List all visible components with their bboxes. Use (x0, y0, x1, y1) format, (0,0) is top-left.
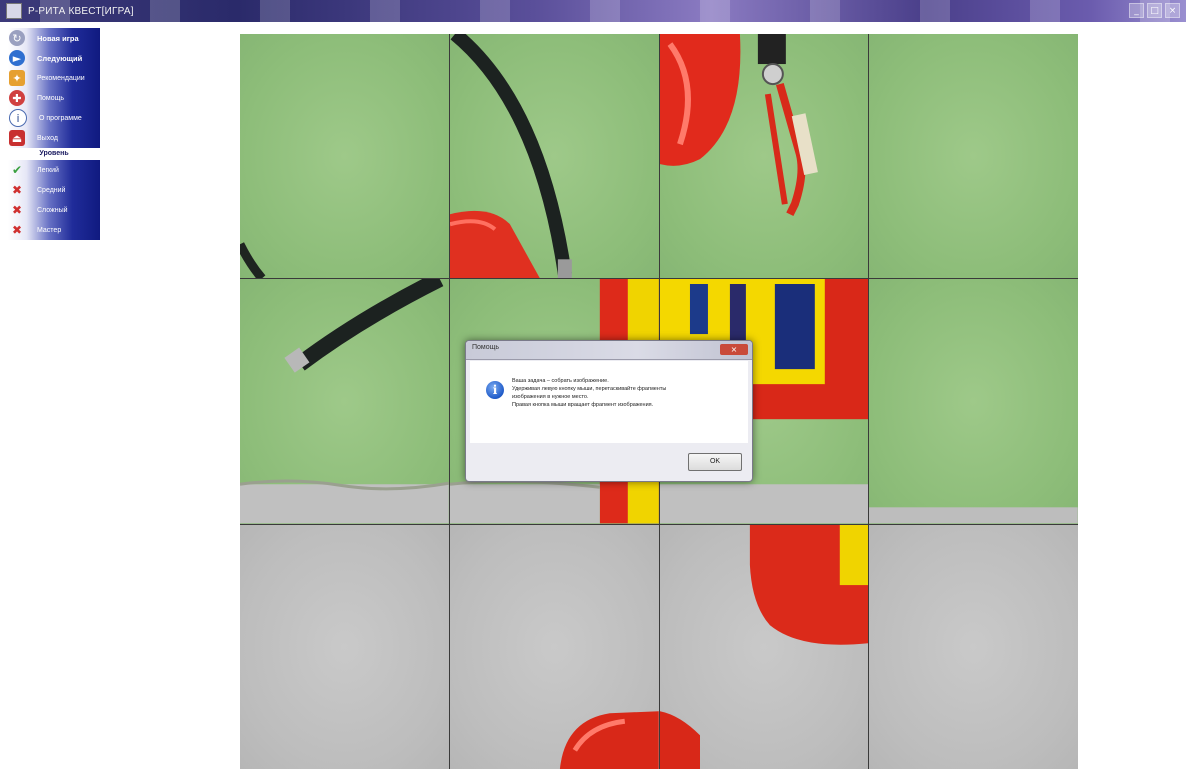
puzzle-tile[interactable] (869, 524, 1078, 769)
puzzle-tile[interactable] (240, 279, 449, 524)
sidebar-item-label: Средний (37, 186, 66, 194)
cross-icon: ✖ (11, 183, 23, 197)
sidebar-item-recommendations[interactable]: ✦ Рекомендации (8, 68, 100, 88)
dialog-message-line: Правая кнопка мыши вращает фрагмент изоб… (512, 402, 654, 408)
dialog-message: Ваша задача – собрать изображение. Удерж… (512, 377, 742, 409)
extinguisher-valve-icon (659, 34, 818, 217)
sidebar-menu: ↻ Новая игра ► Следующий ✦ Рекомендации … (8, 28, 100, 240)
info-icon: i (486, 381, 504, 399)
sidebar-item-label: Мастер (37, 226, 62, 234)
extinguisher-base-icon (659, 524, 869, 769)
sidebar-item-help[interactable]: ✚ Помощь (8, 88, 100, 108)
puzzle-tile[interactable] (240, 524, 449, 769)
exit-icon: ⏏ (9, 130, 25, 146)
app-icon (6, 3, 22, 19)
window-title: Р-РИТА КВЕСТ[ИГРА] (28, 5, 134, 17)
close-button[interactable]: × (1165, 3, 1180, 18)
cross-icon: ✖ (11, 203, 23, 217)
window-controls: _ □ × (1129, 3, 1180, 18)
extinguisher-base-icon (559, 710, 659, 769)
sidebar-item-level-medium[interactable]: ✖ Средний (8, 180, 100, 200)
lifebuoy-icon: ✚ (9, 90, 25, 106)
puzzle-tile[interactable] (869, 279, 1078, 524)
puzzle-tile[interactable] (659, 524, 869, 769)
sidebar-item-label: Помощь (37, 94, 65, 102)
sidebar-item-label: Следующий (37, 53, 83, 63)
check-icon: ✔ (11, 163, 23, 177)
puzzle-tile[interactable] (659, 34, 869, 279)
dialog-message-line: Ваша задача – собрать изображение. (512, 378, 609, 384)
sidebar-item-label: О программе (39, 114, 82, 122)
dialog-message-line: Удерживая левую кнопку мыши, перетаскива… (512, 386, 667, 392)
ok-button[interactable]: OK (688, 453, 742, 471)
dialog-body: i Ваша задача – собрать изображение. Уде… (470, 361, 748, 443)
sidebar-item-label: Легкий (37, 166, 59, 174)
dialog-titlebar: Помощь × (466, 341, 752, 360)
info-icon: i (9, 109, 27, 127)
minimize-button[interactable]: _ (1129, 3, 1144, 18)
hose-icon (240, 279, 449, 524)
sidebar-item-label: Сложный (37, 206, 68, 214)
window-titlebar: Р-РИТА КВЕСТ[ИГРА] _ □ × (0, 0, 1186, 22)
puzzle-piece-icon: ✦ (9, 70, 25, 86)
puzzle-tile[interactable] (240, 34, 449, 279)
sidebar-item-level-hard[interactable]: ✖ Сложный (8, 200, 100, 220)
sidebar-item-level-master[interactable]: ✖ Мастер (8, 220, 100, 240)
sidebar-item-label: Выход (37, 134, 58, 142)
sidebar-item-new-game[interactable]: ↻ Новая игра (8, 28, 100, 48)
section-header-level: Уровень (8, 148, 100, 160)
hose-icon (449, 34, 572, 279)
dialog-message-line: изображения в нужное место. (512, 394, 589, 400)
puzzle-tile[interactable] (449, 524, 659, 769)
wall-floor-edge-icon (869, 507, 1078, 524)
sidebar-item-exit[interactable]: ⏏ Выход (8, 128, 100, 148)
next-arrow-icon: ► (9, 50, 25, 66)
sidebar-item-label: Рекомендации (37, 74, 85, 82)
sidebar-item-next[interactable]: ► Следующий (8, 48, 100, 68)
sidebar-item-about[interactable]: i О программе (8, 108, 100, 128)
hose-icon (240, 242, 266, 279)
cross-icon: ✖ (11, 223, 23, 237)
help-dialog: Помощь × i Ваша задача – собрать изображ… (465, 340, 753, 482)
sidebar-item-label: Новая игра (37, 33, 79, 43)
sidebar-item-level-easy[interactable]: ✔ Легкий (8, 160, 100, 180)
refresh-icon: ↻ (9, 30, 25, 46)
dialog-close-button[interactable]: × (720, 344, 748, 355)
puzzle-tile[interactable] (449, 34, 659, 279)
puzzle-tile[interactable] (869, 34, 1078, 279)
maximize-button[interactable]: □ (1147, 3, 1162, 18)
dialog-title: Помощь (472, 344, 500, 351)
